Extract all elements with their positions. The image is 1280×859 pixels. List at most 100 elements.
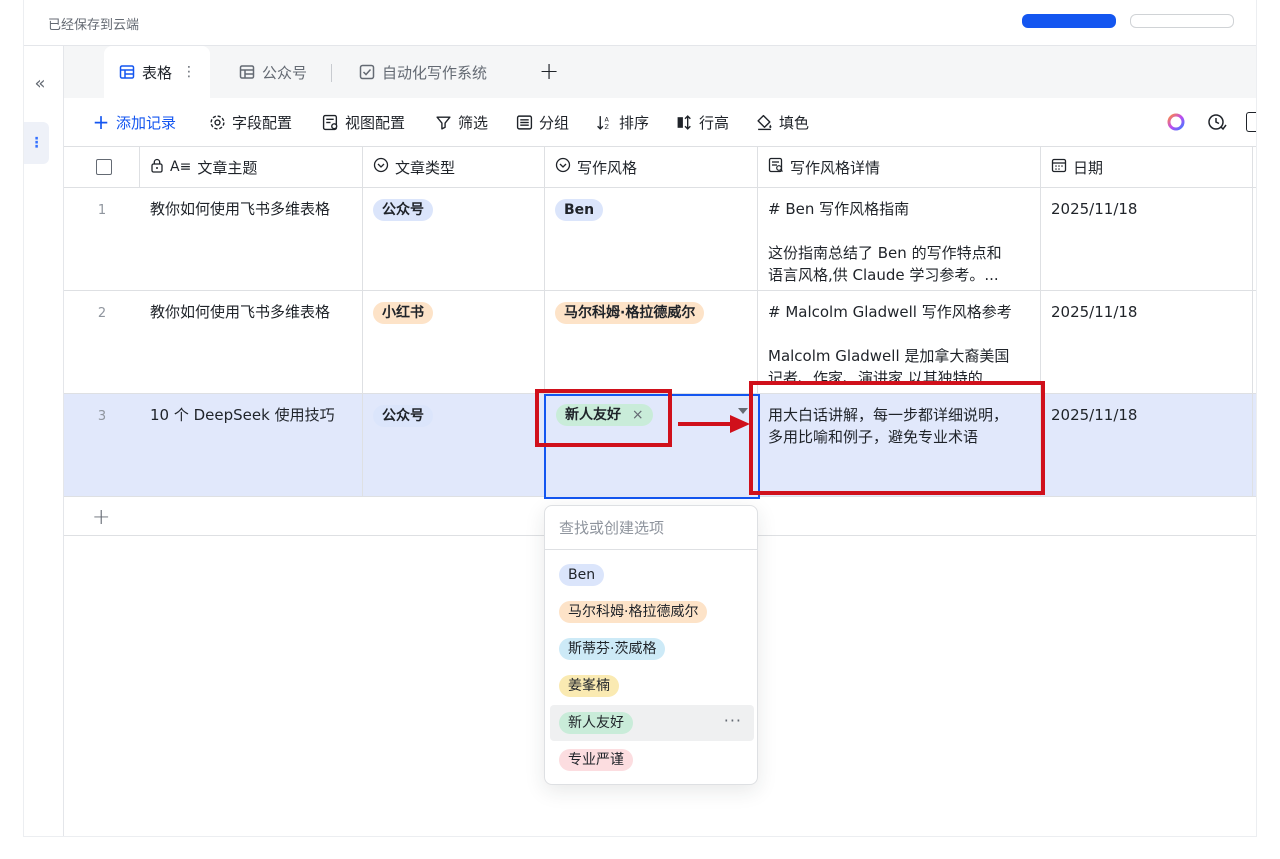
dropdown-option-hovered[interactable]: 新人友好 ··· xyxy=(550,705,754,741)
dropdown-option[interactable]: 姜峯楠 xyxy=(550,668,754,704)
add-record-label: 添加记录 xyxy=(116,113,177,132)
annotation-highlight-detail xyxy=(749,381,1045,495)
row-height-button[interactable]: 行高 xyxy=(675,110,729,134)
topic-text: 教你如何使用飞书多维表格 xyxy=(150,303,331,321)
type-cell[interactable]: 小红书 xyxy=(363,291,545,393)
paint-bucket-icon xyxy=(755,113,773,131)
add-tab-icon[interactable]: + xyxy=(536,59,562,85)
type-cell[interactable]: 公众号 xyxy=(363,394,545,496)
detail-line: Malcolm Gladwell 是加拿大裔美国 xyxy=(768,347,1010,365)
option-tag: 新人友好 xyxy=(559,712,633,734)
type-cell[interactable]: 公众号 xyxy=(363,188,545,290)
type-tag: 小红书 xyxy=(373,302,433,324)
topic-cell[interactable]: 10 个 DeepSeek 使用技巧 xyxy=(140,394,363,496)
select-all-checkbox[interactable] xyxy=(96,159,112,175)
dropdown-option[interactable]: 斯蒂芬·茨威格 xyxy=(550,631,754,667)
row-number: 2 xyxy=(97,306,107,321)
option-tag: 姜峯楠 xyxy=(559,675,619,697)
tab-label: 公众号 xyxy=(262,63,308,82)
date-text: 2025/11/18 xyxy=(1051,406,1138,424)
collapse-sidebar-icon[interactable]: « xyxy=(28,72,52,96)
view-tabs: 表格 ⋮ 公众号 自动化写作系统 + xyxy=(64,46,1256,98)
detail-line: 这份指南总结了 Ben 的写作特点和 xyxy=(768,244,1002,262)
row-number: 3 xyxy=(97,409,107,424)
add-record-button[interactable]: + 添加记录 xyxy=(92,110,176,134)
group-button[interactable]: 分组 xyxy=(515,110,569,134)
column-title: 文章类型 xyxy=(395,158,456,177)
dropdown-option[interactable]: 专业严谨 xyxy=(550,742,754,778)
option-tag: 专业严谨 xyxy=(559,749,633,771)
field-config-button[interactable]: 字段配置 xyxy=(208,110,292,134)
column-header-topic[interactable]: A≡ 文章主题 xyxy=(140,147,363,187)
column-header-type[interactable]: 文章类型 xyxy=(363,147,545,187)
checkbox-icon xyxy=(358,63,376,81)
field-config-label: 字段配置 xyxy=(232,113,293,132)
group-icon xyxy=(515,113,533,131)
fill-color-label: 填色 xyxy=(779,113,810,132)
gear-icon xyxy=(208,113,226,131)
table-row[interactable]: 2 教你如何使用飞书多维表格 小红书 马尔科姆·格拉德威尔 # Malcolm … xyxy=(64,291,1256,394)
column-header-date[interactable]: 日期 xyxy=(1041,147,1253,187)
style-cell[interactable]: Ben xyxy=(545,188,758,290)
option-tag: Ben xyxy=(559,564,605,586)
column-header-style-detail[interactable]: 写作风格详情 xyxy=(758,147,1041,187)
dropdown-option[interactable]: 马尔科姆·格拉德威尔 xyxy=(550,594,754,630)
toolbar: + 添加记录 字段配置 视图配置 筛选 分组 A Z 排序 行高 填色 xyxy=(64,98,1256,146)
tab-table[interactable]: 表格 ⋮ xyxy=(104,46,211,98)
text-field-icon: A≡ xyxy=(170,159,192,175)
plus-icon: + xyxy=(92,505,111,530)
sort-button[interactable]: AZ 排序 xyxy=(595,110,649,134)
option-tag: 斯蒂芬·茨威格 xyxy=(559,638,666,660)
sort-icon: AZ xyxy=(595,113,613,131)
tab-gongzhonghao[interactable]: 公众号 xyxy=(224,46,321,98)
single-select-icon xyxy=(373,157,389,177)
row-height-icon xyxy=(675,113,693,131)
single-select-icon xyxy=(555,157,571,177)
style-detail-cell[interactable]: # Malcolm Gladwell 写作风格参考 Malcolm Gladwe… xyxy=(758,291,1041,393)
tab-menu-icon[interactable]: ⋮ xyxy=(182,64,196,80)
detail-line: # Ben 写作风格指南 xyxy=(768,200,910,218)
header-row: A≡ 文章主题 文章类型 写作风格 写作风格详情 日期 xyxy=(64,146,1256,188)
filter-button[interactable]: 筛选 xyxy=(434,110,488,134)
style-cell[interactable]: 马尔科姆·格拉德威尔 xyxy=(545,291,758,393)
date-cell[interactable]: 2025/11/18 xyxy=(1041,394,1253,496)
style-detail-cell[interactable]: # Ben 写作风格指南 这份指南总结了 Ben 的写作特点和 语言风格,供 C… xyxy=(758,188,1041,290)
svg-text:Z: Z xyxy=(604,122,609,130)
view-config-label: 视图配置 xyxy=(345,113,406,132)
date-cell[interactable]: 2025/11/18 xyxy=(1041,188,1253,290)
column-title: 写作风格详情 xyxy=(790,158,881,177)
row-height-label: 行高 xyxy=(699,113,730,132)
sort-label: 排序 xyxy=(619,113,650,132)
more-vertical-icon[interactable]: ⋮ xyxy=(24,122,49,164)
ai-text-icon xyxy=(768,157,784,177)
row-number: 1 xyxy=(97,203,107,218)
topic-cell[interactable]: 教你如何使用飞书多维表格 xyxy=(140,188,363,290)
dropdown-option[interactable]: Ben xyxy=(550,557,754,593)
table-row[interactable]: 1 教你如何使用飞书多维表格 公众号 Ben # Ben 写作风格指南 这份指南… xyxy=(64,188,1256,291)
secondary-action-button[interactable] xyxy=(1130,14,1234,28)
column-header-style[interactable]: 写作风格 xyxy=(545,147,758,187)
date-cell[interactable]: 2025/11/18 xyxy=(1041,291,1253,393)
table-icon xyxy=(238,63,256,81)
primary-action-button[interactable] xyxy=(1022,14,1116,28)
ai-assistant-icon[interactable] xyxy=(1165,111,1187,133)
group-label: 分组 xyxy=(539,113,570,132)
topic-text: 10 个 DeepSeek 使用技巧 xyxy=(150,406,335,424)
tab-automation[interactable]: 自动化写作系统 xyxy=(344,46,501,98)
option-search-input[interactable]: 查找或创建选项 xyxy=(545,506,757,550)
filter-label: 筛选 xyxy=(458,113,489,132)
plus-icon: + xyxy=(92,110,110,134)
topic-text: 教你如何使用飞书多维表格 xyxy=(150,200,331,218)
history-icon[interactable] xyxy=(1206,111,1228,133)
view-config-icon xyxy=(321,113,339,131)
fill-color-button[interactable]: 填色 xyxy=(755,110,809,134)
tab-label: 自动化写作系统 xyxy=(382,63,488,82)
more-horizontal-icon[interactable]: ··· xyxy=(724,711,742,730)
topic-cell[interactable]: 教你如何使用飞书多维表格 xyxy=(140,291,363,393)
column-title: 日期 xyxy=(1073,158,1104,177)
tab-divider xyxy=(331,64,332,82)
panel-icon[interactable] xyxy=(1246,112,1256,132)
table-icon xyxy=(118,63,136,81)
type-tag: 公众号 xyxy=(373,405,433,427)
view-config-button[interactable]: 视图配置 xyxy=(321,110,405,134)
